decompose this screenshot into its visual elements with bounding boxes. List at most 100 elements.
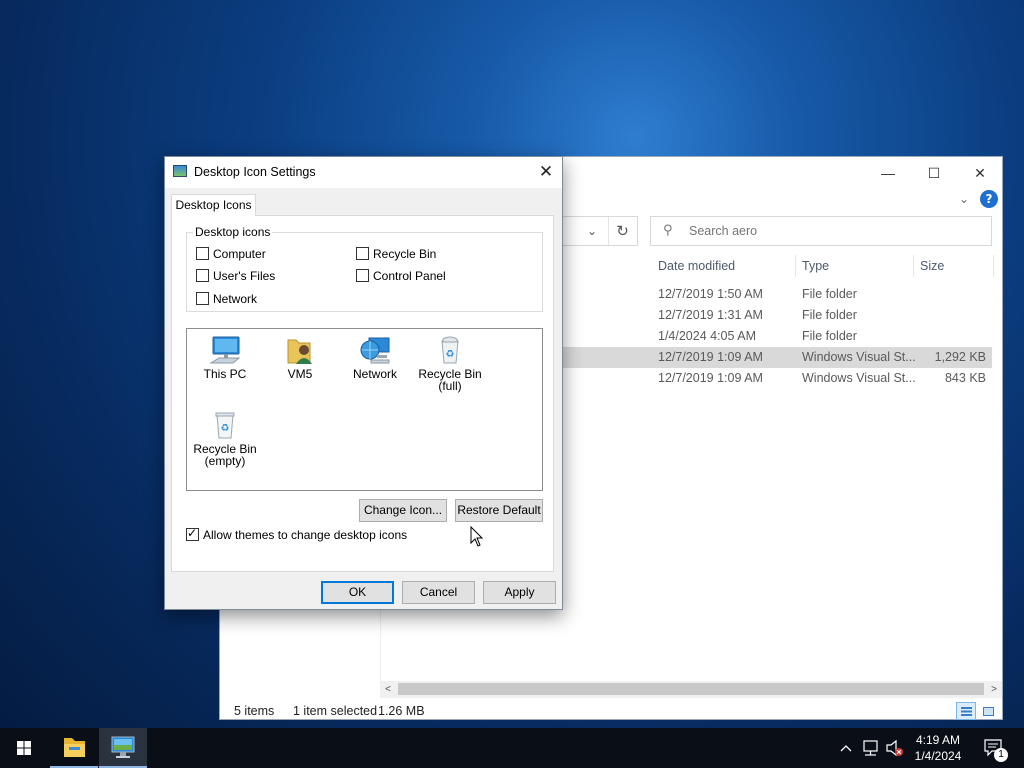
scroll-left-icon[interactable]: <: [380, 681, 396, 698]
checkbox-label: Allow themes to change desktop icons: [203, 528, 408, 542]
file-type: File folder: [802, 329, 857, 343]
icon-item-recycle-bin-empty[interactable]: ♻ Recycle Bin (empty): [188, 410, 262, 467]
restore-default-button[interactable]: Restore Default: [455, 499, 543, 522]
icon-label: Network: [352, 367, 397, 381]
details-view-icon: [961, 707, 972, 716]
taskbar-clock[interactable]: 4:19 AM 1/4/2024: [904, 732, 972, 764]
network-tray-icon: [863, 740, 878, 756]
icon-label-second-line: (empty): [204, 454, 246, 468]
checkbox-box-checked[interactable]: [186, 526, 199, 541]
scrollbar-thumb[interactable]: [398, 683, 984, 695]
expand-ribbon-icon[interactable]: ⌄: [956, 189, 972, 209]
clock-time: 4:19 AM: [915, 733, 961, 747]
minimize-button[interactable]: —: [868, 161, 908, 185]
taskbar: 4:19 AM 1/4/2024 1: [0, 728, 1024, 768]
checkbox-label: Control Panel: [373, 269, 446, 283]
checkbox-label: Computer: [213, 247, 266, 261]
this-pc-icon: [209, 336, 241, 364]
file-row[interactable]: 12/7/2019 1:31 AM File folder: [562, 305, 992, 326]
status-selection-size: 1.26 MB: [378, 704, 425, 718]
network-tray-button[interactable]: [860, 728, 882, 768]
file-date: 12/7/2019 1:50 AM: [658, 287, 763, 301]
action-center-button[interactable]: 1: [980, 728, 1010, 768]
address-dropdown-icon[interactable]: ⌄: [582, 221, 602, 241]
icon-item-recycle-bin-full[interactable]: ♻ Recycle Bin (full): [413, 335, 487, 392]
checkbox-label: User's Files: [213, 269, 276, 283]
taskbar-display-settings[interactable]: [99, 728, 147, 768]
desktop-icon-list[interactable]: This PC VM5 Network ♻ Recycle Bin (full)…: [186, 328, 543, 491]
icon-label-second-line: (full): [438, 379, 462, 393]
chevron-up-icon: [840, 745, 852, 752]
file-row[interactable]: 12/7/2019 1:50 AM File folder: [562, 284, 992, 305]
dialog-titlebar[interactable]: Desktop Icon Settings ✕: [165, 157, 562, 188]
display-settings-icon: [111, 736, 135, 758]
column-date-modified[interactable]: Date modified: [652, 255, 796, 277]
checkbox-label: Recycle Bin: [373, 247, 437, 261]
scroll-right-icon[interactable]: >: [986, 681, 1002, 698]
file-row[interactable]: 1/4/2024 4:05 AM File folder: [562, 326, 992, 347]
ok-button[interactable]: OK: [321, 581, 394, 604]
start-button[interactable]: [0, 728, 48, 768]
close-button[interactable]: ✕: [960, 161, 1000, 185]
display-settings-icon: [173, 165, 187, 177]
address-bar[interactable]: ⌄ ↻: [562, 216, 638, 246]
taskbar-file-explorer[interactable]: [50, 728, 98, 768]
file-type: File folder: [802, 308, 857, 322]
status-bar: 5 items 1 item selected 1.26 MB: [220, 701, 1002, 721]
file-row-selected[interactable]: 12/7/2019 1:09 AM Windows Visual St... 1…: [562, 347, 992, 368]
mouse-cursor-icon: [470, 526, 484, 547]
icon-item-network[interactable]: Network: [338, 335, 412, 380]
file-date: 12/7/2019 1:09 AM: [658, 371, 763, 385]
apply-button[interactable]: Apply: [483, 581, 556, 604]
large-icons-view-button[interactable]: [978, 702, 998, 720]
icon-item-this-pc[interactable]: This PC: [188, 335, 262, 380]
checkbox-label: Network: [213, 292, 258, 306]
checkbox-box[interactable]: [356, 247, 369, 260]
checkbox-box[interactable]: [196, 292, 209, 305]
status-selection: 1 item selected: [293, 704, 378, 718]
cancel-button[interactable]: Cancel: [402, 581, 475, 604]
horizontal-scrollbar[interactable]: < >: [380, 681, 1002, 698]
dialog-title: Desktop Icon Settings: [194, 165, 316, 179]
file-size: 1,292 KB: [934, 350, 986, 364]
search-input[interactable]: [689, 222, 979, 240]
checkbox-box[interactable]: [196, 269, 209, 282]
search-box[interactable]: ⚲: [650, 216, 992, 246]
file-date: 12/7/2019 1:09 AM: [658, 350, 763, 364]
icon-item-user-files[interactable]: VM5: [263, 335, 337, 380]
allow-themes-checkbox[interactable]: Allow themes to change desktop icons: [186, 526, 408, 543]
show-hidden-icons-button[interactable]: [838, 728, 854, 768]
tab-desktop-icons[interactable]: Desktop Icons: [171, 194, 256, 216]
svg-text:♻: ♻: [221, 423, 230, 434]
file-type: Windows Visual St...: [802, 350, 916, 364]
file-date: 1/4/2024 4:05 AM: [658, 329, 756, 343]
file-type: Windows Visual St...: [802, 371, 916, 385]
help-icon[interactable]: ?: [980, 190, 998, 208]
recycle-bin-empty-icon: ♻: [215, 412, 235, 439]
file-size: 843 KB: [944, 371, 986, 385]
speaker-muted-icon: [886, 739, 903, 757]
volume-tray-button[interactable]: [884, 728, 906, 768]
tab-panel: Desktop icons Computer User's Files Netw…: [171, 215, 554, 572]
desktop-icon-settings-dialog: Desktop Icon Settings ✕ Desktop Icons De…: [164, 156, 563, 610]
file-row[interactable]: 12/7/2019 1:09 AM Windows Visual St... 8…: [562, 368, 992, 389]
svg-text:♻: ♻: [446, 349, 455, 360]
notification-count-badge: 1: [994, 748, 1008, 762]
file-type: File folder: [802, 287, 857, 301]
change-icon-button[interactable]: Change Icon...: [359, 499, 447, 522]
column-size[interactable]: Size: [914, 255, 994, 277]
checkbox-box[interactable]: [196, 247, 209, 260]
refresh-icon[interactable]: ↻: [608, 217, 636, 245]
windows-logo-icon: [17, 741, 31, 755]
dialog-close-button[interactable]: ✕: [530, 157, 562, 187]
maximize-button[interactable]: ☐: [914, 161, 954, 185]
checkbox-box[interactable]: [356, 269, 369, 282]
column-type[interactable]: Type: [796, 255, 914, 277]
recycle-bin-full-icon: ♻: [441, 336, 459, 364]
search-icon: ⚲: [663, 223, 673, 238]
details-view-button[interactable]: [956, 702, 976, 720]
icon-label: This PC: [203, 367, 247, 381]
folder-icon: [64, 738, 85, 757]
large-icons-view-icon: [983, 707, 994, 716]
icon-label: VM5: [287, 367, 313, 381]
